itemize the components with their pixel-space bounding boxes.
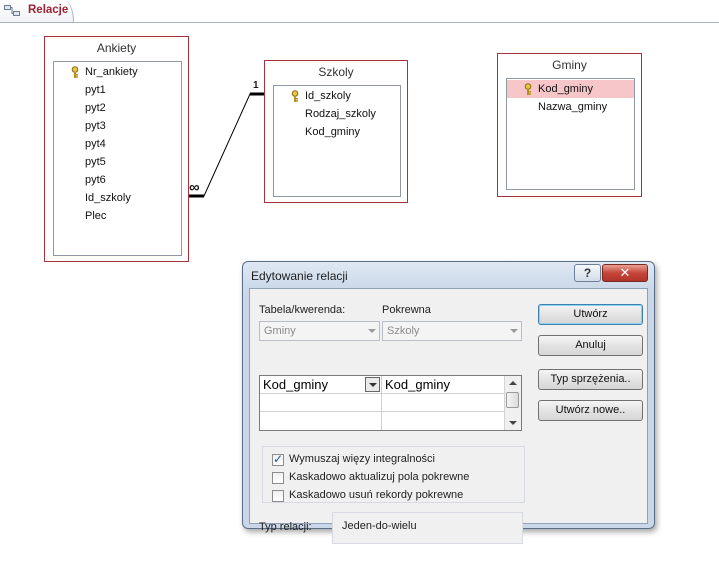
related-table-label: Pokrewna <box>382 304 431 316</box>
primary-key-icon <box>291 90 299 102</box>
table-title: Gminy <box>552 58 587 72</box>
scroll-thumb[interactable] <box>506 392 519 408</box>
related-table-combo: Szkoly <box>382 321 522 341</box>
scroll-up-icon[interactable] <box>509 381 517 385</box>
dropdown-arrow-button[interactable] <box>365 377 380 392</box>
field-item[interactable]: Nr_ankiety <box>54 63 181 81</box>
field-list[interactable]: Kod_gminy Nazwa_gminy <box>506 78 635 190</box>
relationship-type-value: Jeden-do-wielu <box>342 520 417 532</box>
field-list[interactable]: Nr_ankiety pyt1 pyt2 pyt3 pyt4 pyt5 pyt6… <box>53 61 182 256</box>
field-item[interactable]: pyt5 <box>54 153 181 171</box>
table-gminy[interactable]: Gminy Kod_gminy Nazwa_gminy <box>497 53 642 197</box>
one-side-label: 1 <box>253 80 259 91</box>
field-item-selected[interactable]: Kod_gminy <box>507 80 634 98</box>
tab-relacje[interactable]: Relacje <box>0 0 74 22</box>
grid-cell-left[interactable]: Kod_gminy <box>260 376 382 394</box>
table-query-label: Tabela/kwerenda: <box>259 304 346 316</box>
document-tab-strip: Relacje <box>0 0 719 23</box>
checkbox-unchecked[interactable] <box>272 472 284 484</box>
create-new-button[interactable]: Utwórz nowe.. <box>538 400 643 421</box>
relationship-type-label: Typ relacji: <box>259 521 312 533</box>
create-button[interactable]: Utwórz <box>538 304 643 325</box>
close-button[interactable]: ✕ <box>602 264 648 282</box>
field-item[interactable]: pyt3 <box>54 117 181 135</box>
field-item[interactable]: pyt6 <box>54 171 181 189</box>
field-item[interactable]: pyt2 <box>54 99 181 117</box>
field-list[interactable]: Id_szkoly Rodzaj_szkoly Kod_gminy <box>273 85 401 197</box>
chevron-down-icon <box>510 329 518 333</box>
table-title: Szkoly <box>318 65 354 79</box>
integrity-options-group: Wymuszaj więzy integralności Kaskadowo a… <box>262 446 525 503</box>
grid-scrollbar[interactable] <box>504 376 521 430</box>
field-item[interactable]: Id_szkoly <box>274 87 400 105</box>
help-button[interactable]: ? <box>574 264 601 282</box>
checkbox-checked[interactable] <box>272 452 284 466</box>
many-side-label: ∞ <box>189 179 200 196</box>
dialog-title: Edytowanie relacji <box>251 269 348 283</box>
scroll-down-icon[interactable] <box>509 421 517 425</box>
chevron-down-icon <box>368 329 376 333</box>
field-item[interactable]: Nazwa_gminy <box>507 98 634 116</box>
grid-cell-right[interactable]: Kod_gminy <box>382 376 506 394</box>
primary-key-icon <box>71 66 79 78</box>
edit-relationships-dialog[interactable]: Edytowanie relacji ? ✕ Tabela/kwerenda: … <box>242 261 655 544</box>
field-item[interactable]: Kod_gminy <box>274 123 400 141</box>
grid-cell-empty[interactable] <box>382 412 506 430</box>
table-query-combo: Gminy <box>259 321 380 341</box>
table-szkoly[interactable]: Szkoly Id_szkoly Rodzaj_szkoly Kod_gminy <box>264 60 408 203</box>
grid-cell-empty[interactable] <box>260 394 382 412</box>
primary-key-icon <box>524 83 532 95</box>
dialog-body: Tabela/kwerenda: Pokrewna Gminy Szkoly K… <box>249 288 648 544</box>
field-item[interactable]: pyt4 <box>54 135 181 153</box>
cancel-button[interactable]: Anuluj <box>538 335 643 356</box>
table-ankiety[interactable]: Ankiety Nr_ankiety pyt1 pyt2 pyt3 pyt4 p… <box>44 36 189 262</box>
table-title: Ankiety <box>96 41 137 55</box>
relationship-type-box: Jeden-do-wielu <box>332 512 523 544</box>
field-item[interactable]: Rodzaj_szkoly <box>274 105 400 123</box>
field-item[interactable]: Plec <box>54 207 181 225</box>
field-mapping-grid[interactable]: Kod_gminy Kod_gminy <box>259 375 522 431</box>
checkbox-unchecked[interactable] <box>272 490 284 502</box>
field-item[interactable]: pyt1 <box>54 81 181 99</box>
grid-cell-empty[interactable] <box>382 394 506 412</box>
relationships-icon <box>4 5 20 16</box>
tab-label: Relacje <box>28 4 69 16</box>
grid-cell-empty[interactable] <box>260 412 382 430</box>
join-type-button[interactable]: Typ sprzężenia.. <box>538 369 643 390</box>
field-item[interactable]: Id_szkoly <box>54 189 181 207</box>
